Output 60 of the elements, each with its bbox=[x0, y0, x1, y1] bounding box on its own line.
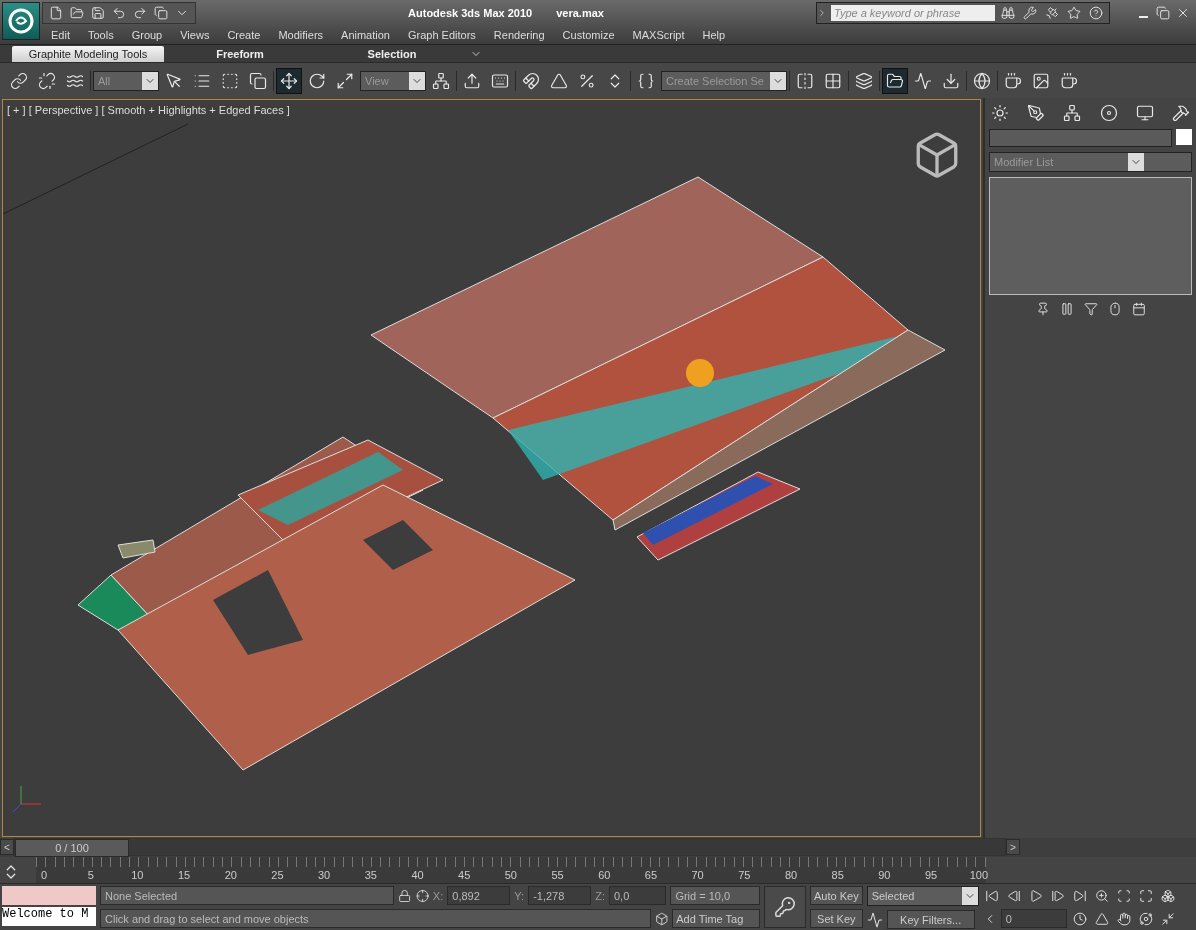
frame-tick-label: 60 bbox=[597, 869, 612, 883]
frame-tick-label: 75 bbox=[737, 869, 752, 883]
menu-item[interactable]: MAXScript bbox=[623, 28, 694, 41]
key-mode-dropdown[interactable]: Selected bbox=[866, 886, 979, 906]
viewport-label: [ + ] [ Perspective ] [ Smooth + Highlights + Edged Faces ] bbox=[7, 103, 290, 116]
ribbon-tab[interactable]: Selection bbox=[316, 45, 468, 62]
menu-item[interactable]: Customize bbox=[553, 28, 624, 41]
set-key-mode-button[interactable]: Set Key bbox=[810, 909, 863, 928]
menu-item[interactable]: Animation bbox=[332, 28, 399, 41]
file-name: vera.max bbox=[556, 6, 604, 19]
time-slider-thumb[interactable]: 0 / 100 bbox=[15, 839, 129, 858]
frame-tick-label: 10 bbox=[130, 869, 145, 883]
frame-tick-label: 70 bbox=[690, 869, 705, 883]
frame-tick-label: 25 bbox=[270, 869, 285, 883]
key-filters-button[interactable]: Key Filters... bbox=[886, 910, 975, 929]
frame-tick-label: 100 bbox=[969, 869, 986, 883]
ribbon-tab[interactable]: Graphite Modeling Tools bbox=[12, 45, 164, 62]
frame-tick-label: 65 bbox=[643, 869, 659, 883]
perspective-viewport[interactable]: [ + ] [ Perspective ] [ Smooth + Highlights + Edged Faces ] bbox=[2, 98, 981, 837]
frame-tick-label: 20 bbox=[223, 869, 238, 883]
frame-tick-label: 0 bbox=[39, 869, 49, 883]
frame-tick-label: 40 bbox=[410, 869, 425, 883]
menu-item[interactable]: Create bbox=[218, 28, 270, 41]
z-label: Z: bbox=[595, 889, 605, 902]
menu-item[interactable]: Tools bbox=[78, 28, 123, 41]
track-bar[interactable]: 0 5 10 15 20 25 30 35 40 45 50 55 60 65 70 75 80 85 90 95 100 bbox=[36, 857, 986, 883]
previous-frame-button[interactable]: < bbox=[0, 839, 14, 856]
selection-info: None Selected bbox=[100, 886, 395, 905]
frame-tick-label: 85 bbox=[830, 869, 845, 883]
current-frame-field[interactable]: 0 bbox=[1000, 909, 1067, 928]
x-label: X: bbox=[432, 889, 444, 902]
y-coordinate-field[interactable]: -1,278 bbox=[528, 886, 592, 905]
frame-tick-label: 80 bbox=[783, 869, 799, 883]
menu-item[interactable]: Modifiers bbox=[269, 28, 333, 41]
grid-size: Grid = 10,0 bbox=[670, 886, 760, 905]
search-field[interactable]: Type a keyword or phrase bbox=[831, 4, 995, 21]
frame-tick-label: 55 bbox=[550, 869, 565, 883]
auto-key-button[interactable]: Auto Key bbox=[810, 886, 863, 905]
menu-item[interactable]: Graph Editors bbox=[398, 28, 485, 41]
frame-tick-label: 90 bbox=[877, 869, 892, 883]
menu-item[interactable]: Views bbox=[171, 28, 219, 41]
menu-item[interactable]: Edit bbox=[42, 28, 79, 41]
menu-item[interactable]: Help bbox=[693, 28, 735, 41]
menu-item[interactable]: Group bbox=[122, 28, 172, 41]
frame-tick-label: 95 bbox=[923, 869, 939, 883]
menu-item[interactable]: Rendering bbox=[484, 28, 554, 41]
next-frame-button[interactable]: > bbox=[1006, 839, 1020, 856]
frame-tick-label: 5 bbox=[86, 869, 95, 883]
x-coordinate-field[interactable]: 0,892 bbox=[447, 886, 511, 905]
maxscript-listener[interactable]: Welcome to M bbox=[2, 907, 96, 926]
add-time-tag-button[interactable]: Add Time Tag bbox=[672, 909, 760, 928]
frame-tick-label: 45 bbox=[457, 869, 472, 883]
frame-tick-label: 30 bbox=[317, 869, 332, 883]
frame-tick-label: 35 bbox=[363, 869, 378, 883]
z-coordinate-field[interactable]: 0,0 bbox=[609, 886, 667, 905]
frame-tick-label: 15 bbox=[176, 869, 192, 883]
window-title: Autodesk 3ds Max 2010 bbox=[408, 6, 533, 19]
ribbon-tab[interactable]: Freeform bbox=[164, 45, 316, 62]
y-label: Y: bbox=[514, 889, 525, 902]
frame-tick-label: 50 bbox=[503, 869, 518, 883]
